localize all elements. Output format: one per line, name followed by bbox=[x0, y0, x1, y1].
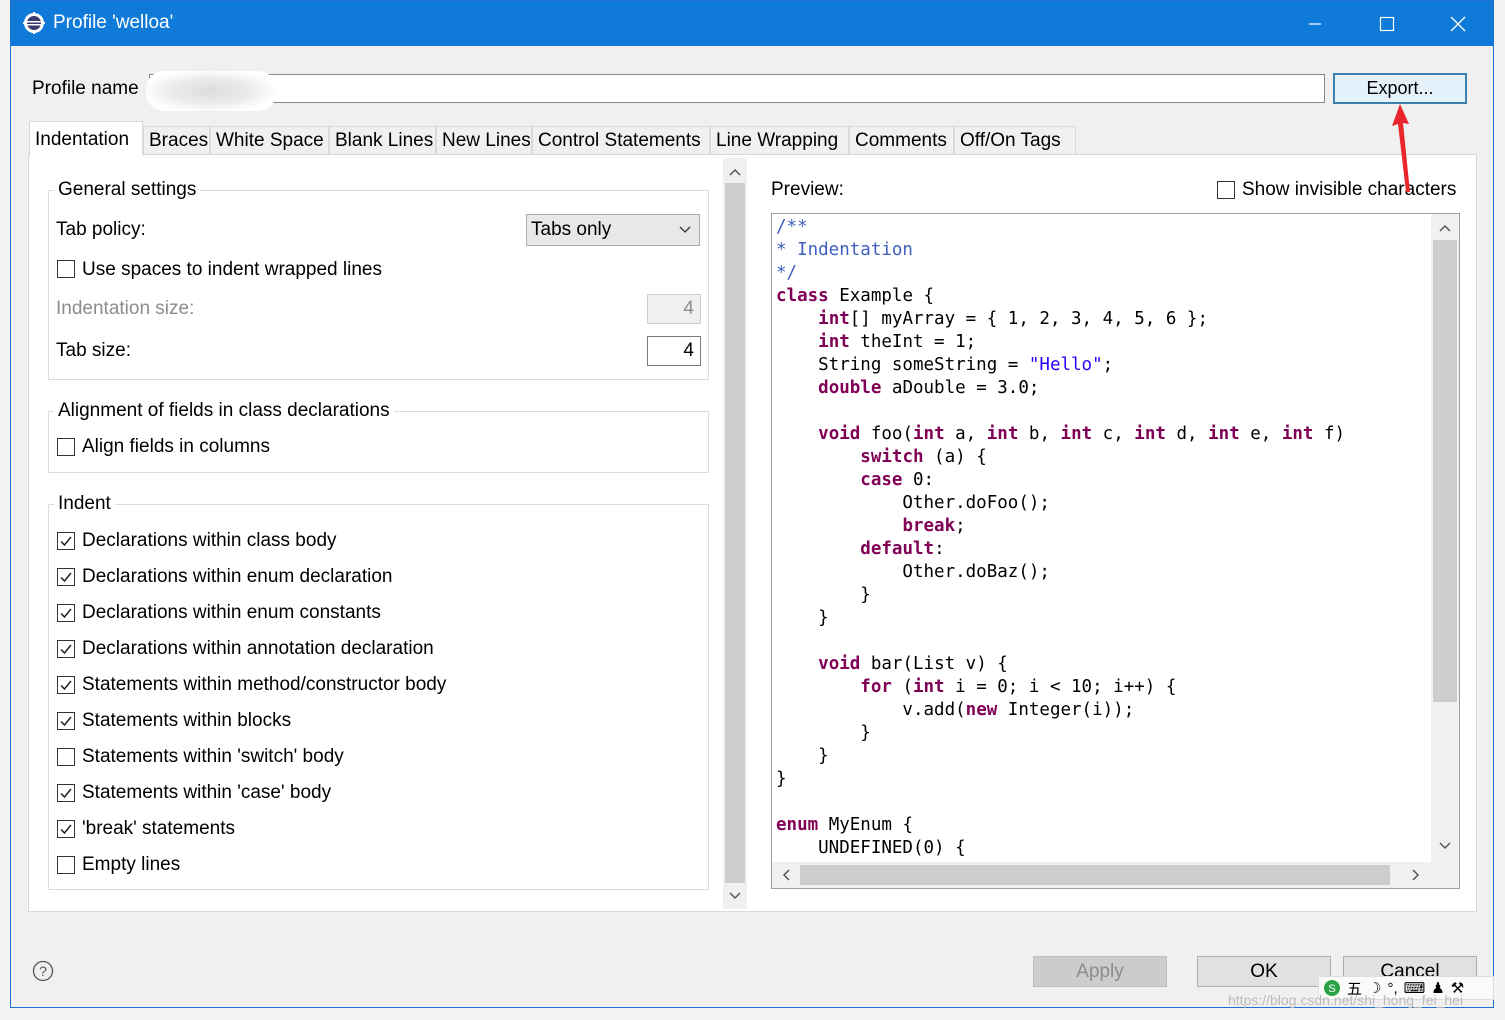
preview-vscrollbar[interactable] bbox=[1431, 214, 1459, 862]
indent-option-label: Statements within 'case' body bbox=[82, 782, 332, 803]
scroll-up-arrow-icon[interactable] bbox=[727, 164, 743, 180]
indent-option-checkbox[interactable] bbox=[57, 856, 75, 874]
indent-option-checkbox[interactable] bbox=[57, 712, 75, 730]
tab-braces[interactable]: Braces bbox=[143, 126, 210, 155]
checkmark-icon bbox=[60, 608, 72, 619]
indentation-size-input: 4 bbox=[647, 294, 701, 324]
preview-label: Preview: bbox=[771, 179, 844, 200]
ok-button[interactable]: OK bbox=[1197, 956, 1331, 987]
indent-option-checkbox[interactable] bbox=[57, 784, 75, 802]
tab-size-label: Tab size: bbox=[56, 340, 131, 361]
scroll-corner bbox=[1431, 862, 1459, 888]
tab-white-space[interactable]: White Space bbox=[210, 126, 329, 155]
help-icon[interactable]: ? bbox=[32, 960, 54, 982]
redacted-blur bbox=[146, 71, 276, 111]
minimize-button[interactable] bbox=[1280, 1, 1350, 46]
alignment-title: Alignment of fields in class declaration… bbox=[54, 400, 394, 422]
preview-scroll-right-icon[interactable] bbox=[1408, 867, 1424, 883]
watermark: https://blog.csdn.net/shi_hong_fei_hei bbox=[1228, 992, 1464, 1008]
indent-option-checkbox[interactable] bbox=[57, 640, 75, 658]
svg-text:?: ? bbox=[39, 963, 47, 979]
indent-option-checkbox[interactable] bbox=[57, 568, 75, 586]
indent-option-checkbox[interactable] bbox=[57, 604, 75, 622]
indent-option-label: Declarations within enum declaration bbox=[82, 566, 393, 587]
checkmark-icon bbox=[60, 572, 72, 583]
profile-name-label: Profile name bbox=[32, 78, 139, 99]
tab-line-wrapping[interactable]: Line Wrapping bbox=[710, 126, 849, 155]
indent-option-label: Declarations within annotation declarati… bbox=[82, 638, 434, 659]
general-settings-title: General settings bbox=[54, 179, 201, 201]
indent-option-label: 'break' statements bbox=[82, 818, 235, 839]
tab-strip: Indentation Braces White Space Blank Lin… bbox=[29, 121, 1474, 156]
eclipse-app-icon bbox=[23, 12, 45, 34]
tab-policy-select[interactable]: Tabs only bbox=[526, 214, 700, 246]
tab-comments[interactable]: Comments bbox=[849, 126, 954, 155]
indent-option-checkbox[interactable] bbox=[57, 532, 75, 550]
indent-option-checkbox[interactable] bbox=[57, 748, 75, 766]
use-spaces-checkbox[interactable] bbox=[57, 260, 75, 278]
scroll-down-arrow-icon[interactable] bbox=[727, 888, 743, 904]
tab-control-statements[interactable]: Control Statements bbox=[532, 126, 710, 155]
desktop-background-left bbox=[0, 0, 10, 1020]
tab-panel-indentation: General settings Tab policy: Tabs only U… bbox=[28, 154, 1477, 912]
maximize-icon bbox=[1379, 16, 1395, 31]
checkmark-icon bbox=[60, 536, 72, 547]
tab-indentation[interactable]: Indentation bbox=[29, 121, 143, 156]
indent-option-label: Declarations within enum constants bbox=[82, 602, 381, 623]
checkmark-icon bbox=[60, 788, 72, 799]
indent-option-label: Statements within 'switch' body bbox=[82, 746, 344, 767]
apply-button[interactable]: Apply bbox=[1033, 956, 1167, 987]
indent-option-checkbox[interactable] bbox=[57, 820, 75, 838]
preview-hscroll-thumb[interactable] bbox=[800, 865, 1390, 885]
minimize-icon bbox=[1309, 22, 1321, 25]
align-fields-label: Align fields in columns bbox=[82, 436, 270, 457]
left-scrollbar[interactable] bbox=[723, 158, 747, 909]
preview-scroll-up-icon[interactable] bbox=[1437, 220, 1453, 236]
desktop-background-bottom bbox=[0, 1008, 1505, 1020]
close-icon bbox=[1450, 16, 1466, 31]
align-fields-checkbox[interactable] bbox=[57, 438, 75, 456]
tab-off-on-tags[interactable]: Off/On Tags bbox=[954, 126, 1076, 155]
window-title: Profile 'welloa' bbox=[53, 12, 174, 33]
indent-option-label: Statements within blocks bbox=[82, 710, 292, 731]
indent-option-label: Statements within method/constructor bod… bbox=[82, 674, 447, 695]
checkmark-icon bbox=[60, 644, 72, 655]
annotation-arrow-icon bbox=[1392, 104, 1410, 192]
profile-name-input[interactable] bbox=[149, 74, 1325, 103]
tab-policy-value: Tabs only bbox=[531, 219, 612, 240]
indent-title: Indent bbox=[54, 493, 115, 515]
checkmark-icon bbox=[60, 716, 72, 727]
tab-policy-label: Tab policy: bbox=[56, 219, 146, 240]
tab-size-input[interactable]: 4 bbox=[647, 336, 701, 366]
preview-hscrollbar[interactable] bbox=[772, 862, 1431, 888]
tab-new-lines[interactable]: New Lines bbox=[436, 126, 532, 155]
preview-vscroll-thumb[interactable] bbox=[1433, 240, 1457, 702]
checkmark-icon bbox=[60, 824, 72, 835]
preview-scroll-down-icon[interactable] bbox=[1437, 838, 1453, 854]
checkmark-icon bbox=[60, 680, 72, 691]
desktop-background-right bbox=[1494, 0, 1505, 1020]
profile-dialog: Profile 'welloa' Profile name Export... … bbox=[10, 0, 1494, 1008]
maximize-button[interactable] bbox=[1352, 1, 1422, 46]
preview-code-box[interactable]: /** * Indentation */ class Example { int… bbox=[771, 213, 1460, 889]
title-bar[interactable]: Profile 'welloa' bbox=[11, 1, 1493, 46]
tab-blank-lines[interactable]: Blank Lines bbox=[329, 126, 436, 155]
close-button[interactable] bbox=[1423, 1, 1493, 46]
chevron-down-icon bbox=[679, 226, 691, 233]
indent-option-label: Declarations within class body bbox=[82, 530, 337, 551]
indentation-size-label: Indentation size: bbox=[56, 298, 195, 319]
preview-code: /** * Indentation */ class Example { int… bbox=[776, 217, 1346, 858]
left-scrollbar-thumb[interactable] bbox=[725, 183, 745, 883]
indent-option-label: Empty lines bbox=[82, 854, 181, 875]
show-invisible-checkbox[interactable] bbox=[1217, 181, 1235, 199]
preview-scroll-left-icon[interactable] bbox=[778, 867, 794, 883]
indent-option-checkbox[interactable] bbox=[57, 676, 75, 694]
use-spaces-label: Use spaces to indent wrapped lines bbox=[82, 259, 382, 280]
